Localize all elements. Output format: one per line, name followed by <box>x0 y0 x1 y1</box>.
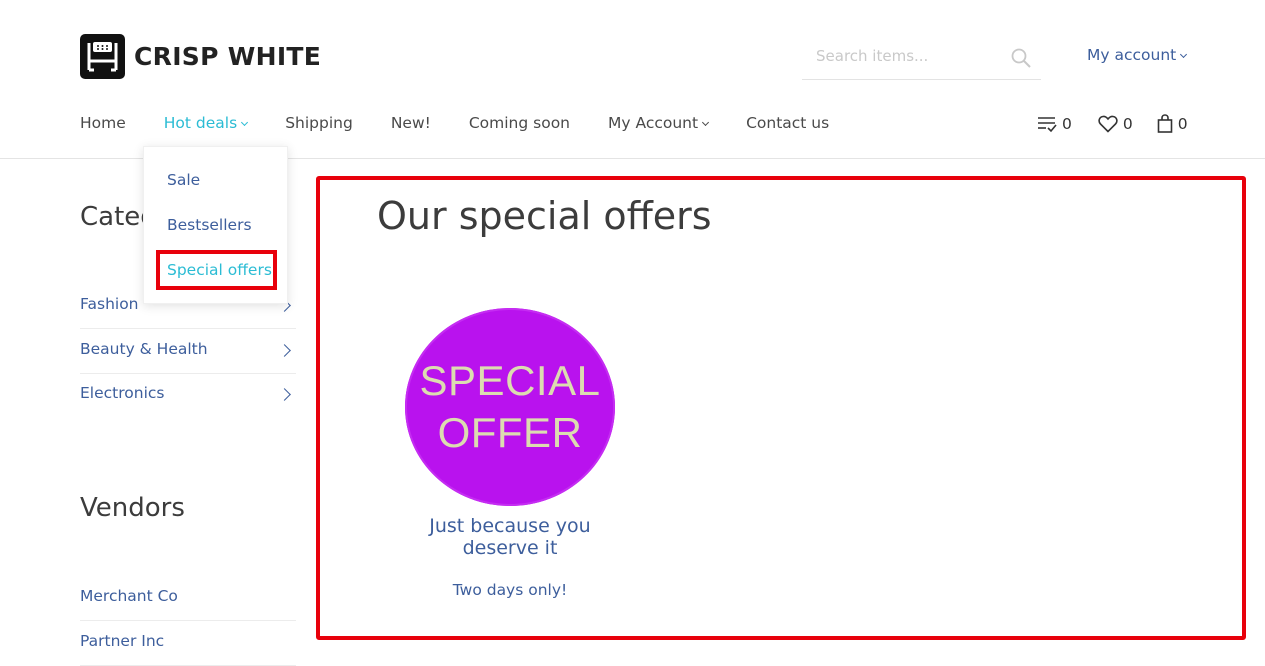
nav-item-my-account[interactable]: My Account <box>608 114 710 132</box>
special-offer-badge-image[interactable]: SPECIAL OFFER <box>405 308 615 506</box>
my-account-label: My account <box>1087 46 1177 64</box>
header-icons: 0 0 0 <box>1037 114 1188 133</box>
nav-item-shipping[interactable]: Shipping <box>285 114 353 132</box>
compare-count: 0 <box>1062 114 1072 133</box>
chevron-right-icon <box>278 344 291 357</box>
brand-logo[interactable]: CRISP WHITE <box>80 34 321 79</box>
wishlist-count: 0 <box>1122 114 1133 133</box>
vendor-item-partner-inc[interactable]: Partner Inc <box>80 621 296 666</box>
compare-button[interactable]: 0 <box>1037 115 1072 133</box>
vendor-item-merchant-co[interactable]: Merchant Co <box>80 576 296 621</box>
compare-list-icon <box>1038 116 1057 132</box>
main-nav: Home Hot deals Shipping New! Coming soon… <box>80 114 829 132</box>
chevron-right-icon <box>278 388 291 401</box>
product-subtitle: Two days only! <box>452 581 568 599</box>
product-name[interactable]: Just because you deserve it <box>400 515 620 559</box>
sidebar-item-label: Beauty & Health <box>80 340 208 358</box>
nav-item-coming-soon[interactable]: Coming soon <box>469 114 570 132</box>
product-card[interactable]: SPECIAL OFFER Just because you deserve i… <box>400 308 620 599</box>
dropdown-item-bestsellers[interactable]: Bestsellers <box>167 216 252 234</box>
page-title: Our special offers <box>377 194 712 238</box>
nav-item-home[interactable]: Home <box>80 114 126 132</box>
wishlist-button[interactable]: 0 <box>1098 115 1133 133</box>
chevron-down-icon <box>1180 50 1188 59</box>
dropdown-item-special-offers[interactable]: Special offers <box>167 261 272 279</box>
search-input[interactable] <box>816 44 1006 68</box>
vendor-item-label: Merchant Co <box>80 587 178 605</box>
sidebar-item-electronics[interactable]: Electronics <box>80 373 296 418</box>
search-icon[interactable] <box>1010 47 1032 69</box>
sidebar-item-label: Electronics <box>80 384 165 402</box>
search-box <box>802 36 1041 80</box>
chevron-down-icon <box>702 118 710 127</box>
sidebar-item-label: Fashion <box>80 295 139 313</box>
hot-deals-dropdown: Sale Bestsellers Special offers <box>143 146 288 304</box>
badge-line-1: SPECIAL <box>419 357 601 404</box>
heart-icon <box>1098 115 1118 133</box>
badge-line-2: OFFER <box>437 409 583 456</box>
brand-name: CRISP WHITE <box>134 42 322 71</box>
dropdown-item-sale[interactable]: Sale <box>167 171 200 189</box>
shopping-bag-icon <box>1157 114 1173 133</box>
nav-item-my-account-label: My Account <box>608 114 699 132</box>
nav-item-new[interactable]: New! <box>391 114 431 132</box>
my-account-link[interactable]: My account <box>1087 46 1188 64</box>
cart-count: 0 <box>1177 114 1188 133</box>
vendors-heading: Vendors <box>80 493 185 523</box>
cart-button[interactable]: 0 <box>1157 114 1188 133</box>
nav-item-hot-deals[interactable]: Hot deals <box>163 114 249 132</box>
chevron-down-icon <box>241 118 249 127</box>
nav-item-hot-deals-label: Hot deals <box>163 114 238 132</box>
vendor-item-label: Partner Inc <box>80 632 165 650</box>
sidebar-item-beauty-health[interactable]: Beauty & Health <box>80 329 296 374</box>
nav-item-contact-us[interactable]: Contact us <box>746 114 829 132</box>
brand-logo-icon <box>80 34 125 79</box>
